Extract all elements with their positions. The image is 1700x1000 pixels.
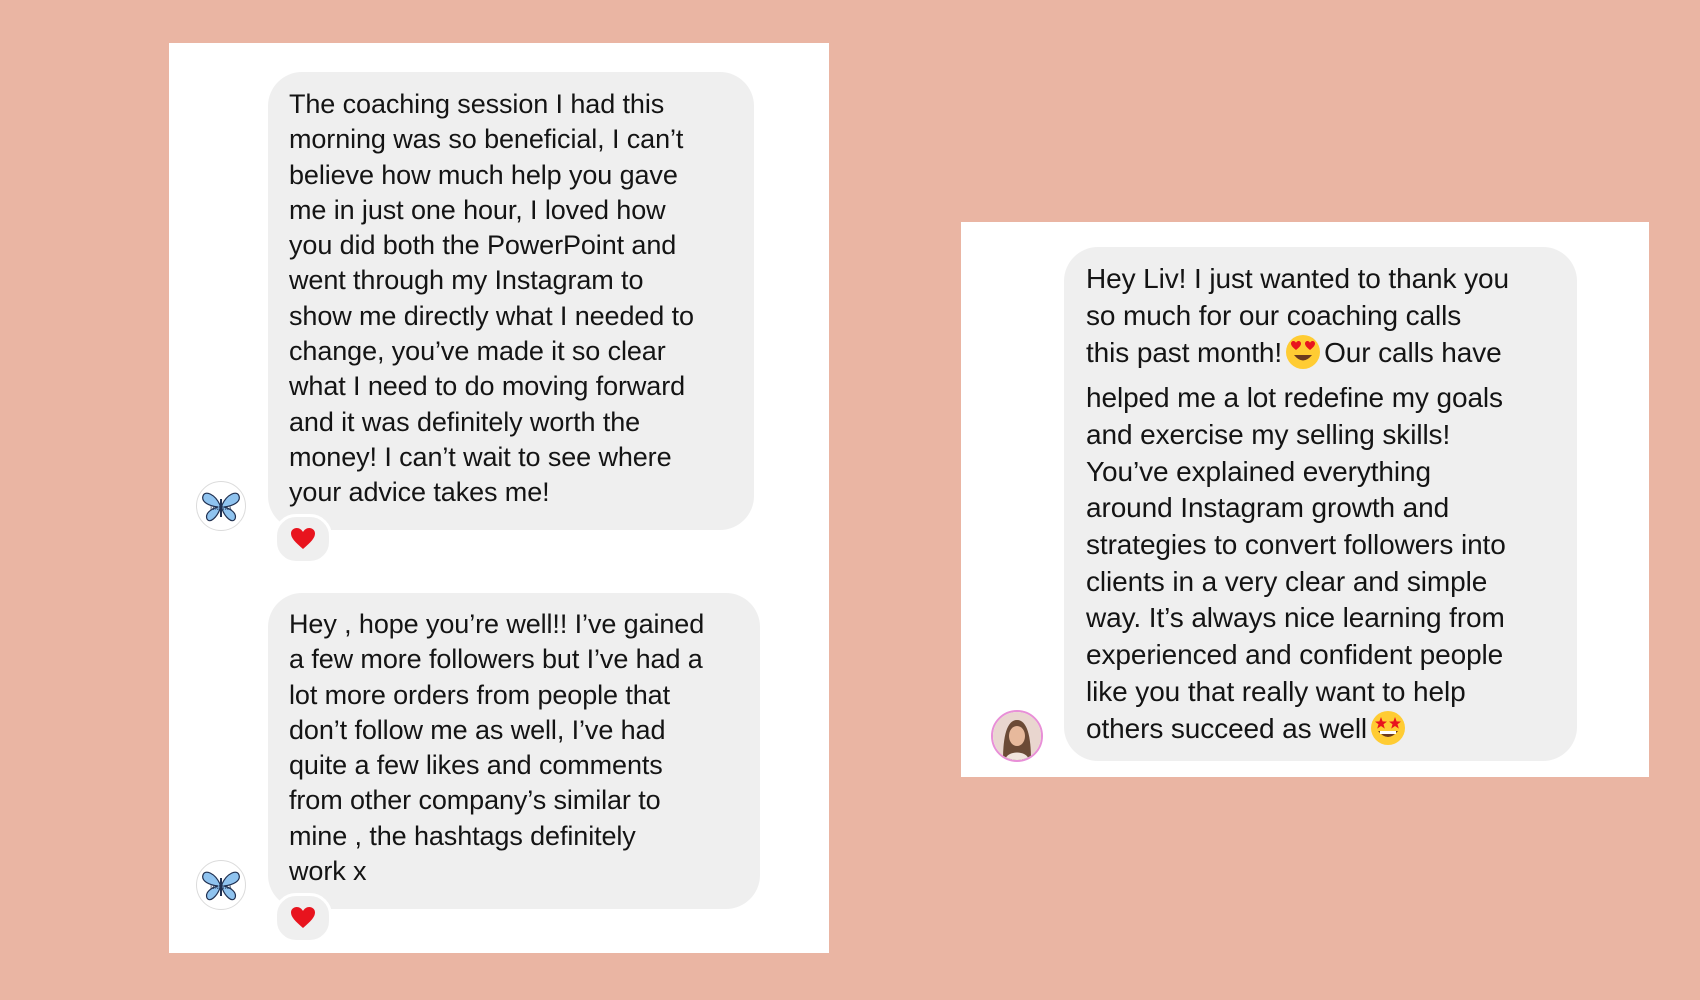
message-card-2: Hey , hope you’re well!! I’ve gained a f… — [169, 575, 829, 953]
message-bubble[interactable]: Hey Liv! I just wanted to thank you so m… — [1064, 247, 1577, 761]
logo-text: MANTRA — [210, 507, 232, 512]
heart-eyes-emoji-icon — [1285, 334, 1321, 380]
heart-icon — [291, 528, 315, 549]
message-text: Hey , hope you’re well!! I’ve gained a f… — [289, 609, 705, 887]
heart-reaction[interactable] — [274, 514, 332, 564]
message-card-3: Hey Liv! I just wanted to thank you so m… — [961, 222, 1649, 777]
star-struck-emoji-icon — [1370, 710, 1406, 756]
message-bubble[interactable]: Hey , hope you’re well!! I’ve gained a f… — [268, 593, 760, 909]
profile-photo-icon[interactable] — [991, 710, 1043, 762]
butterfly-logo-icon[interactable]: MANTRA — [196, 481, 246, 531]
heart-icon — [291, 907, 315, 928]
butterfly-logo-icon[interactable]: MANTRA — [196, 860, 246, 910]
logo-text: MANTRA — [210, 886, 232, 891]
heart-reaction[interactable] — [274, 893, 332, 943]
message-bubble[interactable]: The coaching session I had this morning … — [268, 72, 754, 530]
message-text: The coaching session I had this morning … — [289, 89, 694, 508]
message-card-1: The coaching session I had this morning … — [169, 43, 829, 575]
message-text-part-2: Our calls have helped me a lot redefine … — [1086, 337, 1506, 745]
